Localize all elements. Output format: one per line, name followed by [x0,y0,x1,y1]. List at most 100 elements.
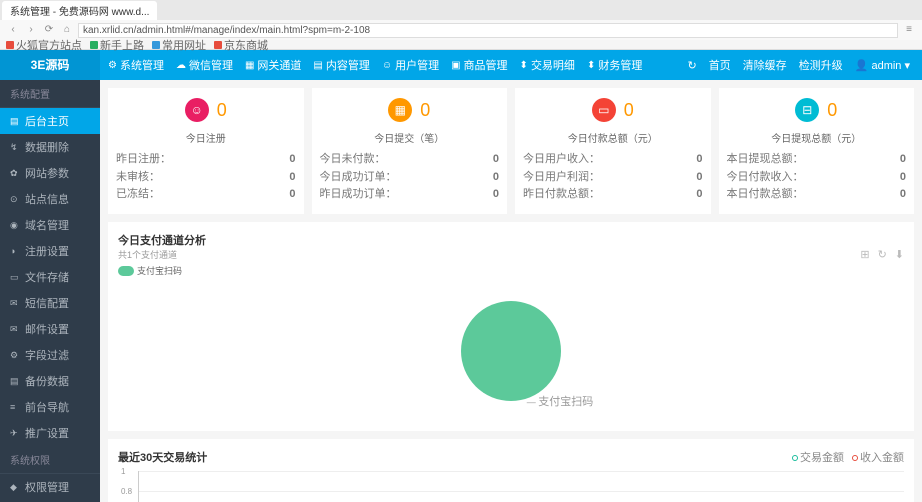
card-title: 今日提交（笔） [320,130,500,145]
sidebar-item[interactable]: ◑注册设置 [0,238,100,264]
bookmark-bar: 火狐官方站点 新手上路 常用网址 京东商城 [0,40,922,50]
menu-system[interactable]: ⚙ 系统管理 [108,57,164,73]
sidebar-item[interactable]: ≡ 前台导航 [0,394,100,420]
stat-cards: ☺ 0 今日注册昨日注册：0未审核：0已冻结：0 ▦ 0 今日提交（笔） 今日未付款：0今日… [108,88,914,214]
card-stats: 昨日注册：0未审核：0已冻结：0 [116,151,296,204]
card-icon: ☺ [185,98,209,122]
card-stats: 今日未付款：0今日成功订单：0昨日成功订单：0 [320,151,500,204]
y-tick: 1 [121,467,125,476]
sidebar-item[interactable]: ◆ 权限管理 [0,474,100,500]
sidebar-label: 数据删除 [25,139,69,155]
sidebar-label: 域名管理 [25,217,69,233]
card-icon: ▦ [388,98,412,122]
sidebar-item[interactable]: ▤备份数据 [0,368,100,394]
card-stats: 今日用户收入：0今日用户利润：0昨日付款总额：0 [523,151,703,204]
menu-goods[interactable]: ▣ 商品管理 [451,57,507,73]
clear-cache-button[interactable]: 清除缓存 [743,57,787,73]
sidebar-item[interactable]: ✈推广设置 [0,420,100,446]
reload-icon[interactable]: ⟳ [42,23,56,37]
home-button[interactable]: 首页 [709,57,731,73]
bookmark-item[interactable]: 京东商城 [214,37,268,53]
stat-card: ☺ 0 今日注册昨日注册：0未审核：0已冻结：0 [108,88,304,214]
refresh-button[interactable]: ↻ [687,59,696,72]
card-title: 今日注册 [116,130,296,145]
line-chart: 1 0.8 [138,471,904,502]
sidebar-icon: ▭ [10,272,20,282]
sidebar-item[interactable]: ▤ 后台主页 [0,108,100,134]
sidebar-label: 后台主页 [25,113,69,129]
sidebar-label: 邮件设置 [25,321,69,337]
menu-users[interactable]: ☺ 用户管理 [382,57,439,73]
line-chart-panel: 最近30天交易统计 交易金额 收入金额 1 0.8 [108,439,914,502]
user-menu[interactable]: 👤 admin ▾ [855,59,910,72]
sidebar-item[interactable]: ⚙字段过滤 [0,342,100,368]
card-number: 0 [217,100,227,121]
home-icon[interactable]: ⌂ [60,23,74,37]
pie-label: — 支付宝扫码 [527,393,594,409]
sidebar-label: 短信配置 [25,295,69,311]
card-number: 0 [624,100,634,121]
tab-bar: 系统管理 - 免费源码网 www.d... [0,0,922,20]
browser-chrome: 系统管理 - 免费源码网 www.d... ‹ › ⟳ ⌂ kan.xrlid.… [0,0,922,50]
sidebar-icon: ✈ [10,428,20,438]
sidebar-label: 站点信息 [25,191,69,207]
card-number: 0 [827,100,837,121]
panel-subtitle: 共1个支付通道 [118,248,206,261]
sidebar-item[interactable]: ✿网站参数 [0,160,100,186]
sidebar-icon: ✉ [10,324,20,334]
url-input[interactable]: kan.xrlid.cn/admin.html#/manage/index/ma… [78,23,898,38]
y-tick: 0.8 [121,487,132,496]
menu-wechat[interactable]: ☁ 微信管理 [176,57,233,73]
sidebar-icon: ✉ [10,298,20,308]
sidebar-icon: ✿ [10,168,20,178]
legend-dot [118,266,134,276]
main-area: 系统配置▤后台主页↯数据删除✿网站参数⊙站点信息◉域名管理◑注册设置▭文件存储✉… [0,80,922,502]
sidebar-icon: ◑ [10,246,20,256]
legend-label: 支付宝扫码 [137,266,182,276]
pie-slice [461,301,561,401]
tool-data-icon[interactable]: ⊞ [860,248,869,261]
card-title: 今日提现总额（元） [727,130,907,145]
stat-card: ▦ 0 今日提交（笔） 今日未付款：0今日成功订单：0昨日成功订单：0 [312,88,508,214]
back-icon[interactable]: ‹ [6,23,20,37]
sidebar: 系统配置▤后台主页↯数据删除✿网站参数⊙站点信息◉域名管理◑注册设置▭文件存储✉… [0,80,100,502]
card-icon: ⊟ [795,98,819,122]
menu-content[interactable]: ▤ 内容管理 [313,57,369,73]
sidebar-item[interactable]: ↯ 数据删除 [0,134,100,160]
sidebar-item[interactable]: ▭文件存储 [0,264,100,290]
sidebar-icon: ↯ [10,142,20,152]
browser-tab[interactable]: 系统管理 - 免费源码网 www.d... [2,1,157,20]
sidebar-label: 备份数据 [25,373,69,389]
menu-trade[interactable]: ⬍ 交易明细 [520,57,575,73]
sidebar-icon: ⚙ [10,350,20,360]
stat-card: ▭0今日付款总额（元）今日用户收入：0今日用户利润：0昨日付款总额：0 [515,88,711,214]
menu-gateway[interactable]: ▦ 网关通道 [245,57,301,73]
sidebar-label: 前台导航 [25,399,69,415]
tool-refresh-icon[interactable]: ↻ [878,248,887,261]
sidebar-icon: ≡ [10,402,20,412]
sidebar-icon: ⊙ [10,194,20,204]
check-update-button[interactable]: 检测升级 [799,57,843,73]
menu-icon[interactable]: ≡ [902,23,916,37]
sidebar-label: 权限管理 [25,479,69,495]
card-stats: 本日提现总额：0今日付款收入：0本日付款总额：0 [727,151,907,204]
menu-finance[interactable]: ⬍ 财务管理 [587,57,642,73]
forward-icon[interactable]: › [24,23,38,37]
sidebar-item[interactable]: ✉ 短信配置 [0,290,100,316]
sidebar-item[interactable]: ◉ 域名管理 [0,212,100,238]
bookmark-item[interactable]: 常用网址 [152,37,206,53]
card-number: 0 [420,100,430,121]
sidebar-item[interactable]: ⊙ 站点信息 [0,186,100,212]
sidebar-group: 系统权限 [0,446,100,474]
sidebar-icon: ▤ [10,116,20,126]
panel-tools: ⊞ ↻ ⬇ [860,248,904,261]
sidebar-item[interactable]: ✉ 邮件设置 [0,316,100,342]
stat-card: ⊟ 0 今日提现总额（元） 本日提现总额：0今日付款收入：0本日付款总额：0 [719,88,915,214]
logo: 3E源码 [0,50,100,80]
tool-download-icon[interactable]: ⬇ [895,248,904,261]
sidebar-icon: ◆ [10,482,20,492]
app-header: 3E源码 ⚙ 系统管理 ☁ 微信管理 ▦ 网关通道 ▤ 内容管理 ☺ 用户管理 … [0,50,922,80]
sidebar-icon: ◉ [10,220,20,230]
panel-title: 今日支付通道分析 [118,232,206,248]
content: ☺ 0 今日注册昨日注册：0未审核：0已冻结：0 ▦ 0 今日提交（笔） 今日未付款：0今日… [100,80,922,502]
